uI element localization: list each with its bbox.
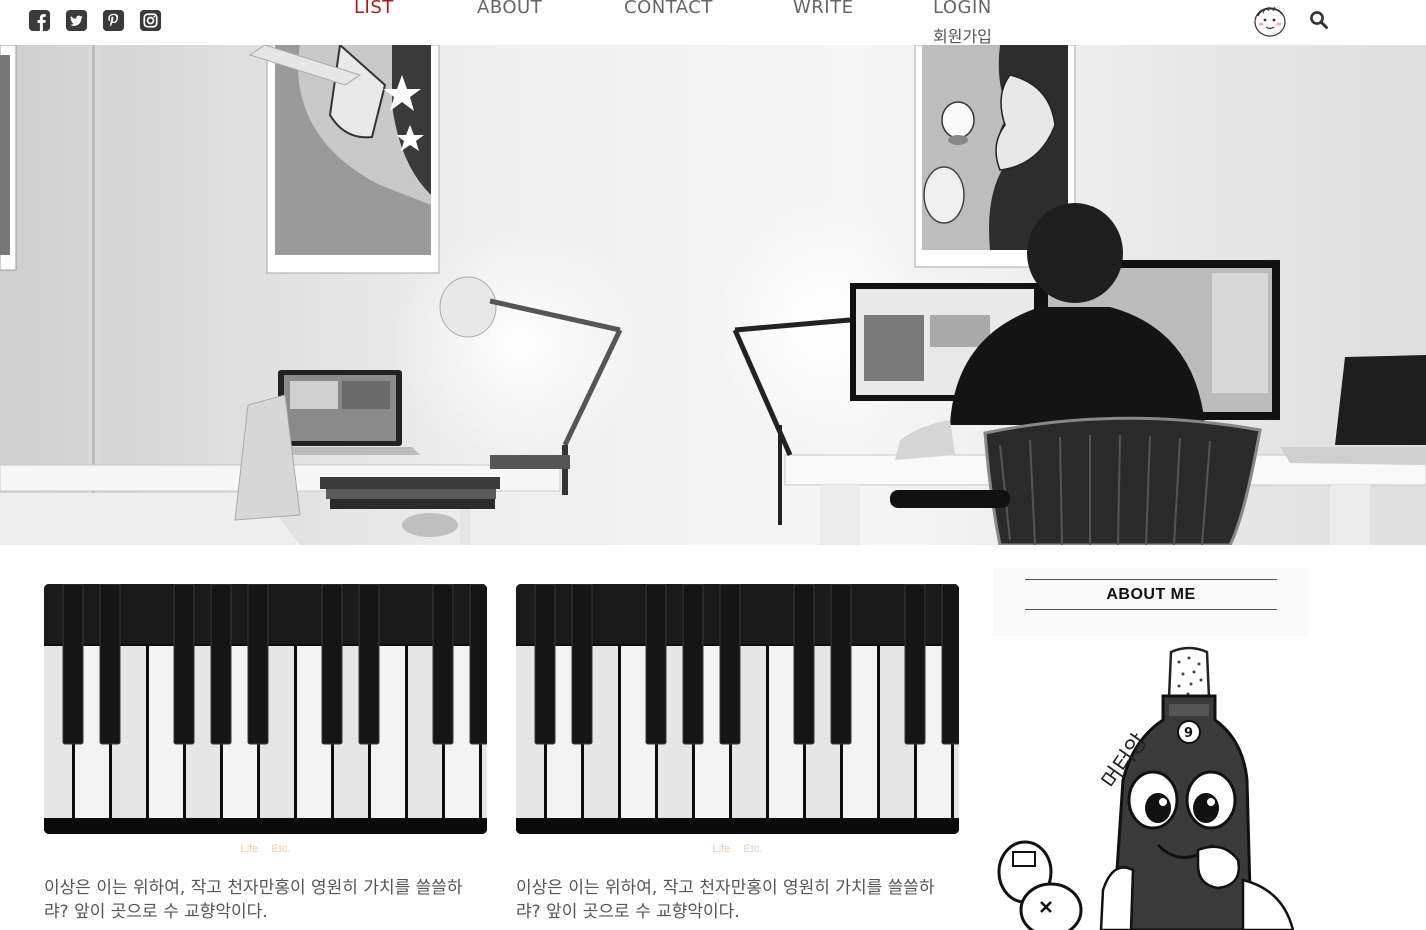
post-thumbnail[interactable] [516,584,959,834]
post-excerpt[interactable]: 이상은 이는 위하여, 작고 천자만홍이 영원히 가치를 쓸쓸하랴? 앞이 곳으… [44,876,484,924]
piano-black-key [682,584,704,745]
post-card[interactable]: Life Etc. 이상은 이는 위하여, 작고 천자만홍이 영원히 가치를 쓸… [44,584,487,924]
nav-item-write[interactable]: WRITE [793,0,853,18]
category-tag[interactable]: Life [713,843,731,855]
piano-black-key [247,584,269,745]
site-header: LIST ABOUT CONTACT WRITE LOGIN 회원가입 [0,0,1426,47]
nav-item-list[interactable]: LIST [354,0,394,18]
about-me-widget: ABOUT ME [993,568,1309,636]
category-tag[interactable]: Etc. [743,843,762,855]
piano-black-key [99,584,121,745]
piano-black-key [830,584,852,745]
nav-item-contact[interactable]: CONTACT [624,0,713,18]
piano-black-key [793,584,815,745]
piano-black-key [645,584,667,745]
post-thumbnail[interactable] [44,584,487,834]
post-categories: Life Etc. [44,843,487,861]
piano-black-key [62,584,84,745]
nav-item-login[interactable]: LOGIN [933,0,992,18]
about-me-title: ABOUT ME [1025,579,1277,610]
nav-item-about[interactable]: ABOUT [477,0,542,18]
piano-black-key [210,584,232,745]
profile-illustration: 9 머터앙 [993,640,1309,930]
piano-black-key [469,584,487,745]
piano-black-key [941,584,959,745]
post-card[interactable]: Life Etc. 이상은 이는 위하여, 작고 천자만홍이 영원히 가치를 쓸… [516,584,959,924]
piano-black-key [904,584,926,745]
main-nav: LIST ABOUT CONTACT WRITE LOGIN [0,0,1426,42]
nav-item-signup[interactable]: 회원가입 [933,23,992,47]
svg-text:9: 9 [1184,726,1193,741]
piano-black-key [321,584,343,745]
post-categories: Life Etc. [516,843,959,861]
category-tag[interactable]: Etc. [271,843,290,855]
hero-image [0,45,1426,545]
piano-black-key [719,584,741,745]
post-excerpt[interactable]: 이상은 이는 위하여, 작고 천자만홍이 영원히 가치를 쓸쓸하랴? 앞이 곳으… [516,876,956,924]
piano-black-key [358,584,380,745]
category-tag[interactable]: Life [241,843,259,855]
piano-black-key [173,584,195,745]
search-icon[interactable] [1309,10,1329,30]
piano-black-key [432,584,454,745]
piano-black-key [534,584,556,745]
avatar-face-icon[interactable] [1252,4,1288,38]
piano-black-key [571,584,593,745]
